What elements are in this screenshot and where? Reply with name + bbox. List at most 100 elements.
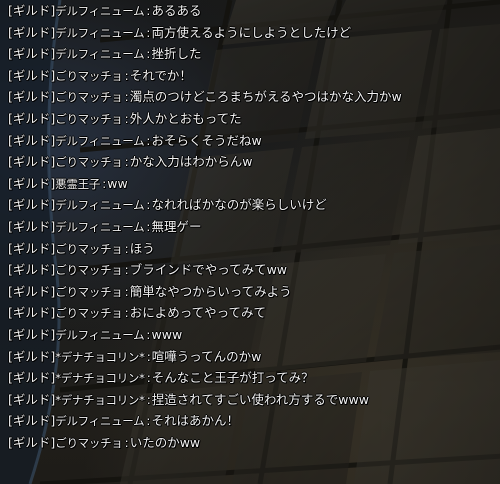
channel-label: [ギルド] <box>8 67 56 83</box>
channel-label: [ギルド] <box>8 154 56 170</box>
speaker-name: ごりマッチョ <box>55 435 123 450</box>
speaker-name: ごりマッチョ <box>55 241 123 256</box>
speaker-name: デルフィニューム <box>55 198 145 213</box>
channel-label: [ギルド] <box>8 132 56 148</box>
channel-label: [ギルド] <box>8 326 56 342</box>
speaker-name: *デナチョコリン* <box>55 349 145 364</box>
channel-label: [ギルド] <box>8 391 56 407</box>
chat-line: [ギルド] ごりマッチョ: かな入力はわからんw <box>8 151 498 173</box>
channel-label: [ギルド] <box>8 89 56 105</box>
speaker-name: ごりマッチョ <box>55 263 123 278</box>
separator: : <box>124 240 129 256</box>
separator: : <box>124 434 129 450</box>
separator: : <box>146 326 151 342</box>
message-text: なれればかなのが楽らしいけど <box>151 197 327 213</box>
chat-line: [ギルド] ごりマッチョ: 濁点のつけどころまちがえるやつはかな入力かw <box>8 86 498 108</box>
speaker-name: *デナチョコリン* <box>55 371 145 386</box>
chat-line: [ギルド] デルフィニューム: 挫折した <box>8 43 498 65</box>
separator: : <box>146 370 151 386</box>
channel-label: [ギルド] <box>8 434 56 450</box>
chat-line: [ギルド] ごりマッチョ: ブラインドでやってみてww <box>8 259 498 281</box>
separator: : <box>124 154 129 170</box>
message-text: おによめってやってみて <box>129 305 266 321</box>
channel-label: [ギルド] <box>8 46 56 62</box>
channel-label: [ギルド] <box>8 110 56 126</box>
message-text: 挫折した <box>151 46 202 62</box>
separator: : <box>146 413 151 429</box>
channel-label: [ギルド] <box>8 240 56 256</box>
message-text: 捏造されてすごい使われ方するでwww <box>151 391 369 407</box>
message-text: かな入力はわからんw <box>129 154 253 170</box>
game-screen: [ギルド] デルフィニューム: あるある [ギルド] デルフィニューム: 両方使えるよう… <box>0 0 500 484</box>
separator: : <box>124 67 129 83</box>
channel-label: [ギルド] <box>8 283 56 299</box>
speaker-name: デルフィニューム <box>55 414 145 429</box>
separator: : <box>146 391 151 407</box>
separator: : <box>124 262 129 278</box>
chat-line: [ギルド] ごりマッチョ: 簡単なやつからいってみよう <box>8 281 498 303</box>
speaker-name: デルフィニューム <box>55 47 145 62</box>
message-text: 無理ゲー <box>151 218 202 234</box>
chat-line: [ギルド] 悪霊王子: ww <box>8 173 498 195</box>
speaker-name: デルフィニューム <box>55 25 145 40</box>
separator: : <box>146 46 151 62</box>
speaker-name: デルフィニューム <box>55 133 145 148</box>
speaker-name: デルフィニューム <box>55 219 145 234</box>
speaker-name: ごりマッチョ <box>55 90 123 105</box>
message-text: 外人かとおもってた <box>129 110 242 126</box>
speaker-name: 悪霊王子 <box>55 176 101 191</box>
channel-label: [ギルド] <box>8 262 56 278</box>
message-text: 喧嘩うってんのかw <box>151 348 262 364</box>
chat-line: [ギルド] *デナチョコリン*: そんなこと王子が打ってみ？ <box>8 367 498 389</box>
chat-line: [ギルド] ごりマッチョ: おによめってやってみて <box>8 302 498 324</box>
chat-line: [ギルド] デルフィニューム: おそらくそうだねw <box>8 130 498 152</box>
channel-label: [ギルド] <box>8 348 56 364</box>
message-text: ww <box>107 175 128 191</box>
message-text: www <box>151 326 183 342</box>
speaker-name: ごりマッチョ <box>55 155 123 170</box>
channel-label: [ギルド] <box>8 413 56 429</box>
speaker-name: ごりマッチョ <box>55 306 123 321</box>
chat-line: [ギルド] ごりマッチョ: それでか！ <box>8 65 498 87</box>
message-text: それでか！ <box>129 67 192 83</box>
message-text: ほう <box>129 240 155 256</box>
message-text: 簡単なやつからいってみよう <box>129 283 292 299</box>
chat-log: [ギルド] デルフィニューム: あるある [ギルド] デルフィニューム: 両方使えるよう… <box>8 0 498 453</box>
separator: : <box>124 89 129 105</box>
speaker-name: ごりマッチョ <box>55 111 123 126</box>
chat-line: [ギルド] デルフィニューム: www <box>8 324 498 346</box>
separator: : <box>146 218 151 234</box>
channel-label: [ギルド] <box>8 218 56 234</box>
channel-label: [ギルド] <box>8 305 56 321</box>
chat-line: [ギルド] デルフィニューム: 両方使えるようにしようとしたけど <box>8 22 498 44</box>
message-text: それはあかん！ <box>151 413 240 429</box>
message-text: いたのかww <box>129 434 201 450</box>
chat-line: [ギルド] デルフィニューム: 無理ゲー <box>8 216 498 238</box>
speaker-name: デルフィニューム <box>55 327 145 342</box>
chat-line: [ギルド] デルフィニューム: なれればかなのが楽らしいけど <box>8 194 498 216</box>
speaker-name: ごりマッチョ <box>55 284 123 299</box>
message-text: おそらくそうだねw <box>151 132 262 148</box>
channel-label: [ギルド] <box>8 197 56 213</box>
separator: : <box>124 305 129 321</box>
chat-line: [ギルド] ごりマッチョ: いたのかww <box>8 432 498 454</box>
speaker-name: デルフィニューム <box>55 4 145 18</box>
separator: : <box>124 283 129 299</box>
message-text: 濁点のつけどころまちがえるやつはかな入力かw <box>129 89 402 105</box>
speaker-name: *デナチョコリン* <box>55 392 145 407</box>
channel-label: [ギルド] <box>8 370 56 386</box>
channel-label: [ギルド] <box>8 175 56 191</box>
message-text: あるある <box>151 3 202 18</box>
chat-line: [ギルド] デルフィニューム: それはあかん！ <box>8 410 498 432</box>
chat-line: [ギルド] *デナチョコリン*: 喧嘩うってんのかw <box>8 346 498 368</box>
chat-line: [ギルド] *デナチョコリン*: 捏造されてすごい使われ方するでwww <box>8 389 498 411</box>
separator: : <box>146 197 151 213</box>
separator: : <box>124 110 129 126</box>
chat-line: [ギルド] ごりマッチョ: ほう <box>8 238 498 260</box>
message-text: ブラインドでやってみてww <box>129 262 288 278</box>
channel-label: [ギルド] <box>8 24 56 40</box>
separator: : <box>146 24 151 40</box>
channel-label: [ギルド] <box>8 3 56 18</box>
chat-line: [ギルド] ごりマッチョ: 外人かとおもってた <box>8 108 498 130</box>
speaker-name: ごりマッチョ <box>55 68 123 83</box>
